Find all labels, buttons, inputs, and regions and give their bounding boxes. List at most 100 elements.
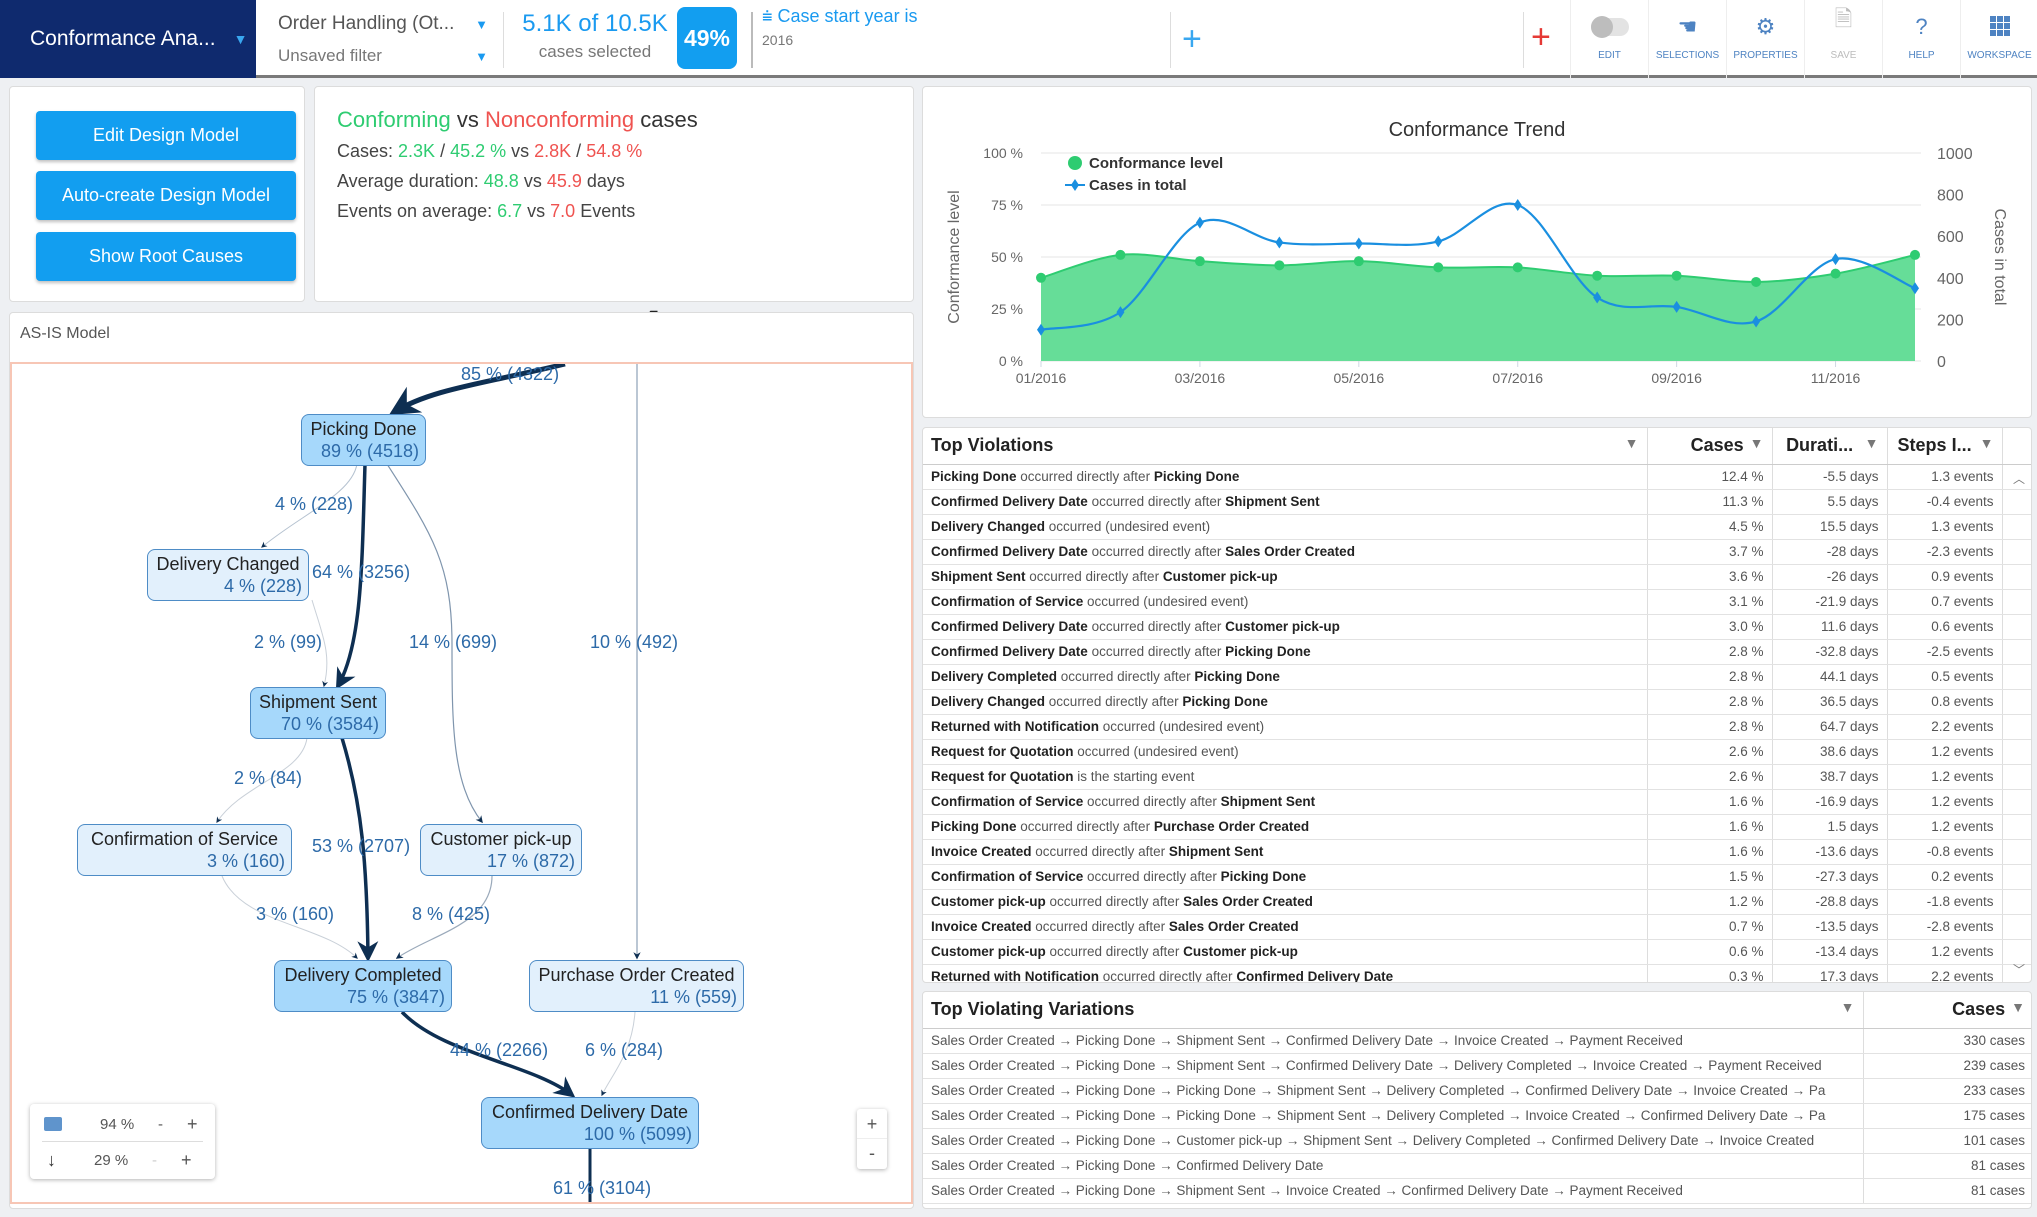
activities-plus-button[interactable]: + (187, 1114, 198, 1135)
node-picking-done[interactable]: Picking Done 89 % (4518) (301, 414, 426, 466)
paths-plus-button[interactable]: + (181, 1150, 192, 1171)
scrollbar-track[interactable] (2002, 689, 2031, 715)
scrollbar-track[interactable] (2002, 814, 2031, 840)
column-header-duration[interactable]: Durati... ▼ (1772, 428, 1888, 465)
events-unit: Events (575, 201, 636, 221)
zoom-out-button[interactable]: - (857, 1139, 887, 1169)
node-purchase-order-created[interactable]: Purchase Order Created 11 % (559) (529, 960, 744, 1012)
save-button[interactable]: 🗎 SAVE (1804, 0, 1882, 78)
table-row[interactable]: Sales Order Created → Picking Done → Shi… (923, 1178, 2031, 1204)
process-map-canvas[interactable]: Picking Done 89 % (4518) Delivery Changed… (10, 362, 913, 1204)
column-header-cases[interactable]: Cases ▼ (1647, 428, 1773, 465)
column-header-steps[interactable]: Steps I... ▼ (1887, 428, 2003, 465)
node-delivery-changed[interactable]: Delivery Changed 4 % (228) (147, 549, 309, 601)
scroll-up-icon[interactable]: ︿ (2013, 470, 2025, 487)
zoom-in-button[interactable]: + (857, 1109, 887, 1139)
table-row[interactable]: Picking Done occurred directly after Pic… (923, 464, 2031, 490)
node-customer-pick-up[interactable]: Customer pick-up 17 % (872) (420, 824, 582, 876)
filter-icon[interactable]: ▼ (1865, 435, 1879, 451)
table-row[interactable]: Sales Order Created → Picking Done → Shi… (923, 1053, 2031, 1079)
scroll-down-icon[interactable]: ﹀ (2013, 961, 2025, 978)
filter-icon[interactable]: ▼ (1841, 999, 1855, 1015)
column-header-violation[interactable]: Top Violations ▼ (923, 428, 1648, 465)
table-row[interactable]: Sales Order Created → Picking Done → Shi… (923, 1028, 2031, 1054)
table-row[interactable]: Customer pick-up occurred directly after… (923, 889, 2031, 915)
table-row[interactable]: Sales Order Created → Picking Done → Pic… (923, 1078, 2031, 1104)
filter-icon[interactable]: ▼ (1750, 435, 1764, 451)
scrollbar-track[interactable] (2002, 514, 2031, 540)
table-row[interactable]: Request for Quotation is the starting ev… (923, 764, 2031, 790)
scrollbar-track[interactable] (2002, 839, 2031, 865)
nonconforming-pct: 54.8 % (586, 141, 643, 161)
filter-dropdown[interactable]: Unsaved filter ▼ (278, 40, 488, 72)
table-row[interactable]: Sales Order Created → Picking Done → Con… (923, 1153, 2031, 1179)
activities-percent: 94 % (100, 1115, 135, 1133)
node-confirmation-of-service[interactable]: Confirmation of Service 3 % (160) (77, 824, 292, 876)
table-row[interactable]: Delivery Changed occurred directly after… (923, 689, 2031, 715)
table-row[interactable]: Confirmed Delivery Date occurred directl… (923, 489, 2031, 515)
paths-minus-button[interactable]: - (152, 1152, 157, 1169)
table-row[interactable]: Picking Done occurred directly after Pur… (923, 814, 2031, 840)
table-row[interactable]: Confirmed Delivery Date occurred directl… (923, 639, 2031, 665)
scrollbar-track[interactable] (2002, 664, 2031, 690)
scrollbar-track[interactable] (2002, 739, 2031, 765)
activities-slider[interactable]: 94 % - + (30, 1106, 215, 1142)
scrollbar-track[interactable] (2002, 914, 2031, 940)
table-row[interactable]: Confirmation of Service occurred (undesi… (923, 589, 2031, 615)
workspace-button[interactable]: WORKSPACE (1960, 0, 2037, 78)
variation-cases: 330 cases (1863, 1028, 2031, 1054)
table-row[interactable]: Delivery Completed occurred directly aft… (923, 664, 2031, 690)
app-selector[interactable]: Conformance Ana... ▼ (0, 0, 256, 78)
add-filter-button[interactable]: + (1182, 20, 1202, 59)
node-confirmed-delivery-date[interactable]: Confirmed Delivery Date 100 % (5099) (481, 1097, 699, 1149)
scrollbar-track[interactable] (2002, 889, 2031, 915)
violation-duration: -26 days (1772, 564, 1888, 590)
selections-button[interactable]: ☚ SELECTIONS (1648, 0, 1726, 78)
table-row[interactable]: Request for Quotation occurred (undesire… (923, 739, 2031, 765)
scrollbar-track[interactable] (2002, 864, 2031, 890)
table-row[interactable]: Delivery Changed occurred (undesired eve… (923, 514, 2031, 540)
table-row[interactable]: Returned with Notification occurred dire… (923, 964, 2031, 982)
scrollbar-track[interactable] (2002, 589, 2031, 615)
scrollbar-track[interactable] (2002, 714, 2031, 740)
table-row[interactable]: Invoice Created occurred directly after … (923, 839, 2031, 865)
auto-create-design-model-button[interactable]: Auto-create Design Model (36, 171, 296, 220)
table-row[interactable]: Customer pick-up occurred directly after… (923, 939, 2031, 965)
table-row[interactable]: Confirmation of Service occurred directl… (923, 789, 2031, 815)
dataset-dropdown[interactable]: Order Handling (Ot... ▼ (278, 8, 488, 40)
top-violations-panel: Top Violations ▼ Cases ▼ Durati... ▼ Steps … (922, 427, 2032, 983)
column-header-cases[interactable]: Cases ▼ (1863, 992, 2031, 1029)
scrollbar-track[interactable] (2002, 614, 2031, 640)
scrollbar-track[interactable] (2002, 639, 2031, 665)
node-shipment-sent[interactable]: Shipment Sent 70 % (3584) (250, 687, 386, 739)
filter-icon[interactable]: ▼ (2011, 999, 2025, 1015)
table-row[interactable]: Sales Order Created → Picking Done → Pic… (923, 1103, 2031, 1129)
table-row[interactable]: Invoice Created occurred directly after … (923, 914, 2031, 940)
table-row[interactable]: Returned with Notification occurred (und… (923, 714, 2031, 740)
scrollbar-track[interactable] (2002, 539, 2031, 565)
help-button[interactable]: ? HELP (1882, 0, 1960, 78)
properties-button[interactable]: ⚙ PROPERTIES (1726, 0, 1804, 78)
scrollbar-track[interactable] (2002, 564, 2031, 590)
scrollbar-track[interactable] (2002, 789, 2031, 815)
edit-design-model-button[interactable]: Edit Design Model (36, 111, 296, 160)
arrow-down-icon: ↓ (47, 1149, 56, 1170)
paths-slider[interactable]: ↓ 29 % - + (30, 1142, 215, 1178)
table-row[interactable]: Sales Order Created → Picking Done → Cus… (923, 1128, 2031, 1154)
table-row[interactable]: Confirmed Delivery Date occurred directl… (923, 539, 2031, 565)
table-row[interactable]: Confirmation of Service occurred directl… (923, 864, 2031, 890)
scrollbar-track[interactable] (2002, 489, 2031, 515)
column-header-variation[interactable]: Top Violating Variations ▼ (923, 992, 1864, 1029)
filter-icon[interactable]: ▼ (1625, 435, 1639, 451)
filter-icon[interactable]: ▼ (1980, 435, 1994, 451)
table-row[interactable]: Shipment Sent occurred directly after Cu… (923, 564, 2031, 590)
scrollbar-track[interactable] (2002, 764, 2031, 790)
filter-condition[interactable]: ⩧ Case start year is 2016 (762, 6, 918, 48)
table-row[interactable]: Confirmed Delivery Date occurred directl… (923, 614, 2031, 640)
nonconforming-label: Nonconforming (484, 107, 635, 132)
node-delivery-completed[interactable]: Delivery Completed 75 % (3847) (274, 960, 452, 1012)
edit-toggle-button[interactable]: EDIT (1570, 0, 1648, 78)
activities-minus-button[interactable]: - (158, 1116, 163, 1133)
add-item-button[interactable]: + (1531, 18, 1551, 57)
show-root-causes-button[interactable]: Show Root Causes (36, 232, 296, 281)
